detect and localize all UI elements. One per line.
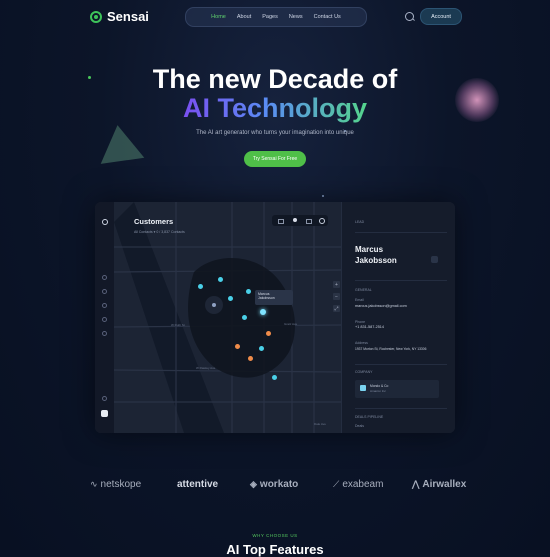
- tooltip-last-name: Jakobsson: [258, 296, 275, 301]
- contact-detail-panel: LEAD Marcus Jakobsson GENERAL Email marc…: [341, 202, 455, 433]
- dashboard-sidebar: [95, 202, 114, 433]
- divider: [355, 408, 447, 409]
- deals-subtitle: Deals: [355, 424, 364, 428]
- map-pin[interactable]: [272, 375, 277, 380]
- map-pin-selected[interactable]: [260, 309, 266, 315]
- contact-first-name: Marcus: [355, 245, 384, 254]
- street-label: W Ruth St: [171, 323, 185, 327]
- street-label: Dale Ave: [314, 422, 326, 426]
- divider: [355, 232, 447, 233]
- decorative-pyramid: [95, 122, 145, 164]
- logo-workato-text: workato: [259, 479, 299, 490]
- logo-icon: [90, 10, 102, 23]
- email-label: Email: [355, 298, 364, 302]
- map-pin[interactable]: [198, 284, 203, 289]
- lead-label: LEAD: [355, 220, 365, 224]
- map-search-icon[interactable]: [319, 218, 325, 224]
- nav-item-about[interactable]: About: [237, 14, 251, 20]
- company-name: Mondo & Co: [370, 384, 389, 388]
- logo-exabeam-text: exabeam: [342, 479, 384, 490]
- map-pin[interactable]: [259, 346, 264, 351]
- search-icon[interactable]: [405, 12, 414, 21]
- contacts-filter[interactable]: All Contacts ▾ 0 / 3,837 Contacts: [134, 230, 185, 234]
- zoom-in-button[interactable]: +: [333, 281, 340, 288]
- contacts-icon[interactable]: [102, 289, 107, 294]
- logo-netskope: ∿ netskope: [90, 479, 141, 490]
- logo-workato: ◈ workato: [250, 479, 298, 490]
- user-avatar[interactable]: [101, 410, 108, 417]
- company-card[interactable]: Mondo & Co Amazon Inc: [355, 380, 439, 398]
- hero-title-gradient-text: AI Technology: [182, 93, 367, 123]
- nav-item-contact[interactable]: Contact Us: [314, 14, 341, 20]
- dashboard-preview: Customers All Contacts ▾ 0 / 3,837 Conta…: [95, 202, 455, 433]
- logo-airwallex: ⋀ Airwallex: [412, 479, 466, 490]
- logo-text: Sensai: [107, 9, 149, 24]
- fullscreen-button[interactable]: ⤢: [333, 305, 340, 312]
- logo-netskope-text: netskope: [100, 479, 142, 490]
- hero-subtitle: The AI art generator who turns your imag…: [196, 130, 354, 136]
- logo-attentive-text: attentive: [177, 479, 219, 490]
- map-pin[interactable]: [266, 331, 271, 336]
- site-logo[interactable]: Sensai: [90, 9, 149, 24]
- workato-icon: ◈: [250, 479, 257, 489]
- home-icon[interactable]: [102, 275, 107, 280]
- divider: [355, 364, 447, 365]
- filter-icon[interactable]: [278, 219, 284, 224]
- main-navigation: Home About Pages News Contact Us: [185, 7, 367, 27]
- street-label: W Rawley Ave: [196, 366, 216, 370]
- map-pin[interactable]: [218, 277, 223, 282]
- settings-icon[interactable]: [102, 331, 107, 336]
- map-tooltip: Marcus Jakobsson: [255, 290, 293, 305]
- calendar-icon[interactable]: [102, 317, 107, 322]
- airwallex-icon: ⋀: [412, 479, 420, 489]
- divider: [355, 280, 447, 281]
- nav-item-news[interactable]: News: [289, 14, 303, 20]
- phone-label: Phone: [355, 320, 366, 324]
- layers-icon[interactable]: [306, 219, 312, 224]
- edit-icon[interactable]: [431, 256, 438, 263]
- map-pin[interactable]: [242, 315, 247, 320]
- map-pin[interactable]: [246, 289, 251, 294]
- map-pin[interactable]: [228, 296, 233, 301]
- company-subtitle: Amazon Inc: [370, 389, 386, 393]
- map-pin[interactable]: [248, 356, 253, 361]
- help-icon[interactable]: [102, 396, 107, 401]
- exabeam-icon: ⟋: [333, 479, 340, 489]
- address-value: 1937 Morton St, Rochester, New York, NY …: [355, 347, 427, 351]
- netskope-icon: ∿: [90, 479, 98, 489]
- cta-button[interactable]: Try Sensai For Free: [244, 151, 306, 167]
- nav-item-pages[interactable]: Pages: [262, 14, 278, 20]
- zoom-out-button[interactable]: −: [333, 293, 340, 300]
- map-streets: [114, 202, 341, 433]
- target-icon[interactable]: [293, 218, 297, 222]
- map-pin[interactable]: [235, 344, 240, 349]
- features-kicker: WHY CHOOSE US: [252, 533, 298, 538]
- company-logo-icon: [360, 385, 366, 391]
- email-value[interactable]: marcus.jakobsson@gmail.com: [355, 304, 407, 308]
- customer-map[interactable]: Customers All Contacts ▾ 0 / 3,837 Conta…: [114, 202, 341, 433]
- address-label: Address: [355, 341, 368, 345]
- contact-name: Marcus Jakobsson: [355, 244, 397, 266]
- general-section-label: GENERAL: [355, 288, 372, 292]
- contact-last-name: Jakobsson: [355, 256, 397, 266]
- deals-section-label: DEALS PIPELINE: [355, 415, 384, 419]
- app-logo-icon: [102, 219, 108, 225]
- street-label: Gratz Ave: [284, 322, 298, 326]
- logo-attentive: attentive: [177, 479, 218, 490]
- phone-value[interactable]: +1 831-587-2514: [355, 325, 384, 329]
- dashboard-title: Customers: [134, 217, 174, 226]
- account-button[interactable]: Account: [420, 8, 462, 25]
- logo-airwallex-text: Airwallex: [422, 479, 467, 490]
- logo-exabeam: ⟋ exabeam: [333, 479, 383, 490]
- hero-title-line2: AI Technology: [0, 93, 550, 124]
- company-section-label: COMPANY: [355, 370, 373, 374]
- hero-title-line1: The new Decade of: [152, 64, 398, 94]
- chart-icon[interactable]: [102, 303, 107, 308]
- nav-item-home[interactable]: Home: [211, 14, 226, 20]
- decorative-dot: [322, 195, 324, 197]
- map-toolbar: [272, 215, 328, 226]
